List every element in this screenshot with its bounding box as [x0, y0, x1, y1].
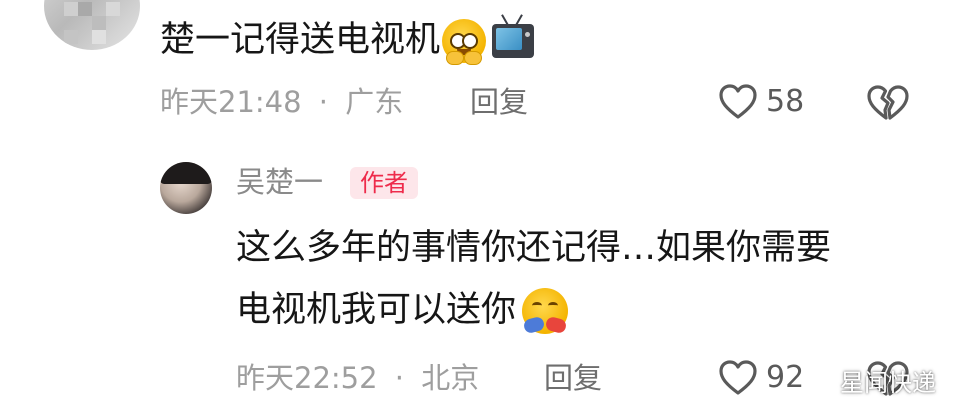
reply-button[interactable]: 回复 [470, 84, 528, 120]
like-icon[interactable] [718, 84, 758, 120]
hugging-face-emoji [522, 288, 569, 335]
reply-location: 北京 [421, 361, 480, 395]
comment-timestamp: 昨天21:48 [160, 85, 302, 119]
like-count: 58 [766, 84, 805, 119]
television-emoji [492, 14, 535, 58]
comment-text-row: 楚一记得送电视机 [160, 14, 535, 65]
like-count: 92 [766, 360, 805, 395]
reply-timestamp: 昨天22:52 [236, 361, 378, 395]
author-name[interactable]: 吴楚一 [236, 163, 323, 201]
watermark: 星闻快递 [804, 365, 936, 402]
commenter-avatar[interactable] [44, 0, 140, 50]
comment-text: 楚一记得送电视机 [160, 20, 441, 60]
reply-meta: 昨天22:52 · 北京 [236, 360, 479, 396]
meta-separator: · [318, 85, 329, 119]
reply-text-line2-row: 电视机我可以送你 [236, 286, 569, 335]
author-badge: 作者 [350, 167, 418, 199]
comment-meta: 昨天21:48 · 广东 [160, 84, 403, 120]
reply-text-line1: 这么多年的事情你还记得…如果你需要 [236, 228, 832, 268]
reply-text-line2: 电视机我可以送你 [236, 290, 517, 330]
reply-button[interactable]: 回复 [544, 360, 602, 396]
weibo-logo-icon [804, 366, 836, 402]
dislike-icon[interactable] [866, 84, 910, 122]
watermark-text: 星闻快递 [840, 369, 936, 397]
author-avatar[interactable] [160, 162, 212, 214]
meta-separator: · [394, 361, 405, 395]
pleading-face-emoji [442, 19, 487, 65]
like-icon[interactable] [718, 360, 758, 396]
comment-location: 广东 [345, 85, 404, 119]
